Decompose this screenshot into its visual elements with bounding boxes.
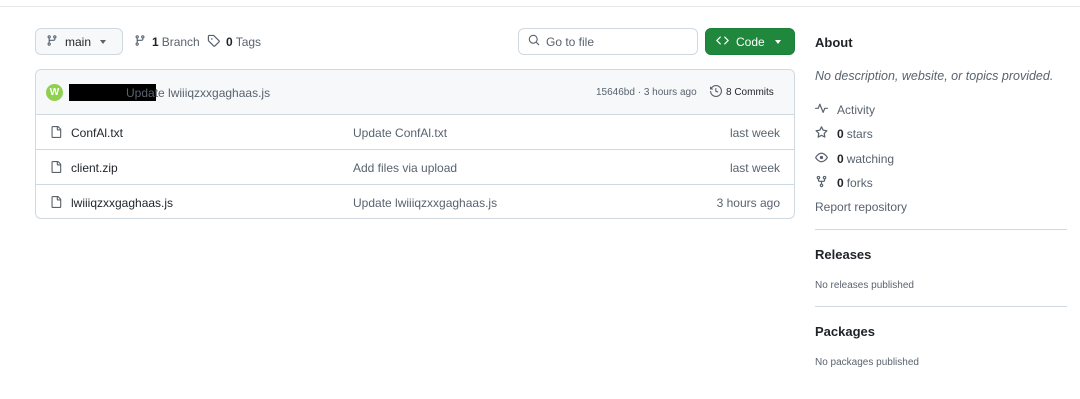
report-repository-link[interactable]: Report repository [815,200,907,214]
forks-link[interactable]: 0 forks [815,175,873,191]
file-commit-message[interactable]: Add files via upload [353,161,457,175]
code-button[interactable]: Code [705,28,795,55]
code-button-label: Code [736,34,765,49]
file-row[interactable]: client.zip Add files via upload last wee… [36,150,794,185]
file-commit-message[interactable]: Update lwiiiqzxxgaghaas.js [353,196,497,210]
tags-label: Tags [235,34,262,49]
file-time: 3 hours ago [716,196,780,210]
watching-count: 0 [837,152,844,166]
about-description: No description, website, or topics provi… [815,69,1054,83]
file-browser: W Update lwiiiqzxxgaghaas.js 15646bd · 3… [35,69,795,219]
file-time: last week [729,126,780,140]
eye-icon [815,151,828,167]
code-icon [716,34,729,50]
branch-name: main [65,34,92,49]
branch-selector-button[interactable]: main [35,28,123,55]
commits-count: 8 Commits [726,87,774,98]
file-row[interactable]: ConfAl.txt Update ConfAl.txt last week [36,115,794,150]
go-to-file-search[interactable] [518,28,698,55]
about-heading: About [815,35,853,50]
activity-label: Activity [837,103,876,117]
file-icon [50,195,62,212]
file-time: last week [729,161,780,175]
sidebar-divider [815,229,1067,230]
tags-link[interactable]: 0 Tags [207,28,261,55]
file-icon [50,125,62,142]
search-icon [528,34,540,49]
go-to-file-input[interactable] [546,34,686,49]
latest-commit-row: W Update lwiiiqzxxgaghaas.js 15646bd · 3… [36,70,794,115]
file-icon [50,160,62,177]
report-label: Report repository [815,200,908,214]
forks-count: 0 [837,176,844,190]
file-row[interactable]: lwiiiqzxxgaghaas.js Update lwiiiqzxxgagh… [36,185,794,218]
latest-commit-message[interactable]: Update lwiiiqzxxgaghaas.js [126,86,270,100]
star-icon [815,126,828,142]
branches-link[interactable]: 1 Branch [134,28,200,55]
stars-link[interactable]: 0 stars [815,126,873,142]
packages-heading[interactable]: Packages [815,324,875,339]
stars-label: stars [846,127,873,141]
file-name[interactable]: ConfAl.txt [71,126,123,140]
chevron-down-icon [100,39,107,44]
repo-forked-icon [815,175,828,191]
file-name[interactable]: lwiiiqzxxgaghaas.js [71,196,173,210]
watching-link[interactable]: 0 watching [815,151,894,167]
git-branch-icon [46,34,58,50]
activity-link[interactable]: Activity [815,102,875,118]
file-commit-message[interactable]: Update ConfAl.txt [353,126,447,140]
tag-icon [207,34,220,50]
branches-count: 1 [152,34,159,49]
pulse-icon [815,102,828,118]
git-branch-icon [134,34,146,50]
history-icon [710,84,723,100]
forks-label: forks [846,176,873,190]
releases-heading[interactable]: Releases [815,247,871,262]
header-divider [0,6,1080,7]
file-name[interactable]: client.zip [71,161,118,175]
commit-hash-time[interactable]: 15646bd · 3 hours ago [596,87,697,98]
avatar[interactable]: W [46,84,63,101]
tags-count: 0 [226,34,233,49]
watching-label: watching [846,152,895,166]
releases-empty-text: No releases published [815,280,914,291]
packages-empty-text: No packages published [815,357,919,368]
commits-history-link[interactable]: 8 Commits [710,84,774,100]
chevron-down-icon [774,39,781,44]
sidebar-divider [815,306,1067,307]
branches-label: Branch [161,34,200,49]
stars-count: 0 [837,127,844,141]
